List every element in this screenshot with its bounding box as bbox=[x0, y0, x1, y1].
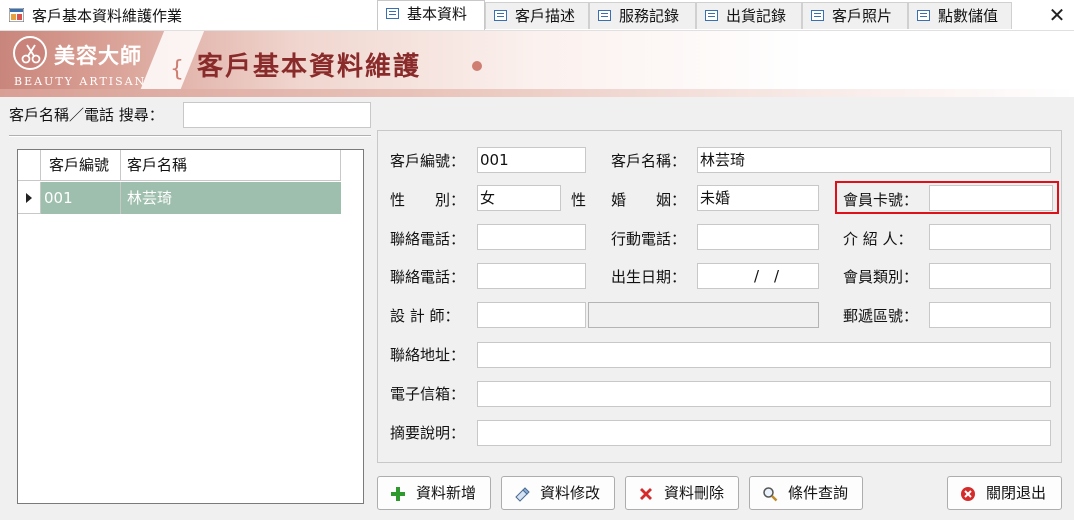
email-field[interactable] bbox=[477, 381, 1051, 407]
close-exit-button[interactable]: 關閉退出 bbox=[947, 476, 1062, 510]
referrer-field[interactable] bbox=[929, 224, 1051, 250]
summary-label: 摘要說明： bbox=[390, 424, 466, 442]
tab-label: 客戶照片 bbox=[832, 7, 893, 25]
close-circle-icon bbox=[961, 487, 975, 501]
designer-name-field bbox=[588, 302, 819, 328]
member-card-highlight bbox=[835, 181, 1059, 214]
gender-suffix: 性 bbox=[571, 191, 587, 209]
edit-record-button[interactable]: 資料修改 bbox=[501, 476, 615, 510]
customer-grid[interactable]: 客戶編號 客戶名稱 001 林芸琦 bbox=[17, 149, 364, 504]
divider bbox=[9, 135, 371, 137]
grid-header-customer-no[interactable]: 客戶編號 bbox=[41, 150, 121, 181]
form-icon bbox=[917, 10, 930, 21]
delete-record-label: 資料刪除 bbox=[664, 484, 725, 502]
tab-points-topup[interactable]: 點數儲值 bbox=[908, 2, 1012, 29]
close-exit-label: 關閉退出 bbox=[986, 484, 1047, 502]
eraser-icon bbox=[515, 487, 530, 502]
tab-label: 點數儲值 bbox=[938, 7, 999, 25]
grid-header: 客戶編號 客戶名稱 bbox=[18, 150, 341, 181]
tab-label: 基本資料 bbox=[407, 5, 468, 23]
table-row[interactable]: 001 林芸琦 bbox=[18, 182, 341, 214]
tab-label: 客戶描述 bbox=[515, 7, 576, 25]
tab-basic-info[interactable]: 基本資料 bbox=[377, 0, 485, 30]
grid-header-customer-name[interactable]: 客戶名稱 bbox=[121, 150, 341, 181]
plus-icon bbox=[391, 487, 405, 501]
marital-field[interactable]: 未婚 bbox=[697, 185, 819, 211]
tab-service-records[interactable]: 服務記錄 bbox=[589, 2, 696, 29]
form-icon bbox=[598, 10, 611, 21]
marital-label: 婚 姻： bbox=[611, 191, 687, 209]
customer-name-label: 客戶名稱： bbox=[611, 152, 687, 170]
referrer-label: 介 紹 人： bbox=[843, 230, 913, 248]
cell-customer-name[interactable]: 林芸琦 bbox=[121, 182, 341, 214]
add-record-label: 資料新增 bbox=[416, 484, 477, 502]
tab-customer-photos[interactable]: 客戶照片 bbox=[802, 2, 908, 29]
member-type-label: 會員類別： bbox=[843, 268, 919, 286]
phone1-label: 聯絡電話： bbox=[390, 230, 466, 248]
designer-code-field[interactable] bbox=[477, 302, 586, 328]
banner-dot-decoration bbox=[472, 61, 482, 71]
brand-name-english: BEAUTY ARTISAN bbox=[14, 75, 147, 88]
row-header[interactable] bbox=[18, 182, 41, 214]
summary-field[interactable] bbox=[477, 420, 1051, 446]
condition-query-button[interactable]: 條件查詢 bbox=[749, 476, 863, 510]
customer-name-field[interactable]: 林芸琦 bbox=[697, 147, 1051, 173]
edit-record-label: 資料修改 bbox=[540, 484, 601, 502]
tab-label: 出貨記錄 bbox=[726, 7, 787, 25]
search-icon bbox=[763, 487, 778, 502]
phone1-field[interactable] bbox=[477, 224, 586, 250]
address-label: 聯絡地址： bbox=[390, 346, 466, 364]
gender-field[interactable]: 女 bbox=[477, 185, 561, 211]
phone2-field[interactable] bbox=[477, 263, 586, 289]
window-title: 客戶基本資料維護作業 bbox=[32, 7, 183, 25]
email-label: 電子信箱： bbox=[390, 385, 466, 403]
customer-no-field[interactable]: 001 bbox=[477, 147, 586, 173]
form-icon bbox=[811, 10, 824, 21]
mobile-field[interactable] bbox=[697, 224, 819, 250]
header-banner: 美容大師 BEAUTY ARTISAN { 客戶基本資料維護 bbox=[0, 31, 1074, 97]
banner-stripe bbox=[0, 89, 1074, 97]
customer-no-label: 客戶編號： bbox=[390, 152, 466, 170]
designer-label: 設 計 師： bbox=[390, 307, 460, 325]
birthday-label: 出生日期： bbox=[611, 268, 687, 286]
basic-info-panel bbox=[377, 130, 1062, 463]
address-field[interactable] bbox=[477, 342, 1051, 368]
page-title: 客戶基本資料維護 bbox=[197, 52, 422, 82]
zip-label: 郵遞區號： bbox=[843, 307, 919, 325]
condition-query-label: 條件查詢 bbox=[788, 484, 849, 502]
add-record-button[interactable]: 資料新增 bbox=[377, 476, 491, 510]
gender-label: 性 別： bbox=[390, 191, 466, 209]
brand-name-chinese: 美容大師 bbox=[54, 43, 142, 68]
search-input[interactable] bbox=[183, 102, 371, 128]
cell-customer-no[interactable]: 001 bbox=[41, 182, 121, 214]
zip-field[interactable] bbox=[929, 302, 1051, 328]
banner-curl-decoration: { bbox=[170, 57, 184, 82]
form-icon bbox=[705, 10, 718, 21]
app-window-icon bbox=[9, 8, 24, 22]
delete-record-button[interactable]: 資料刪除 bbox=[625, 476, 739, 510]
birthday-field[interactable]: / / bbox=[697, 263, 819, 289]
close-icon[interactable]: ✕ bbox=[1040, 0, 1074, 31]
search-label: 客戶名稱／電話 搜尋： bbox=[9, 106, 164, 124]
phone2-label: 聯絡電話： bbox=[390, 268, 466, 286]
tab-label: 服務記錄 bbox=[619, 7, 680, 25]
member-type-field[interactable] bbox=[929, 263, 1051, 289]
form-icon bbox=[386, 8, 399, 19]
grid-header-rowhead bbox=[18, 150, 41, 181]
form-icon bbox=[494, 10, 507, 21]
delete-x-icon bbox=[640, 488, 652, 500]
scissors-logo-icon bbox=[13, 36, 47, 70]
mobile-label: 行動電話： bbox=[611, 230, 687, 248]
tab-shipping-records[interactable]: 出貨記錄 bbox=[696, 2, 802, 29]
current-row-arrow-icon bbox=[26, 193, 32, 203]
tab-customer-description[interactable]: 客戶描述 bbox=[485, 2, 589, 29]
